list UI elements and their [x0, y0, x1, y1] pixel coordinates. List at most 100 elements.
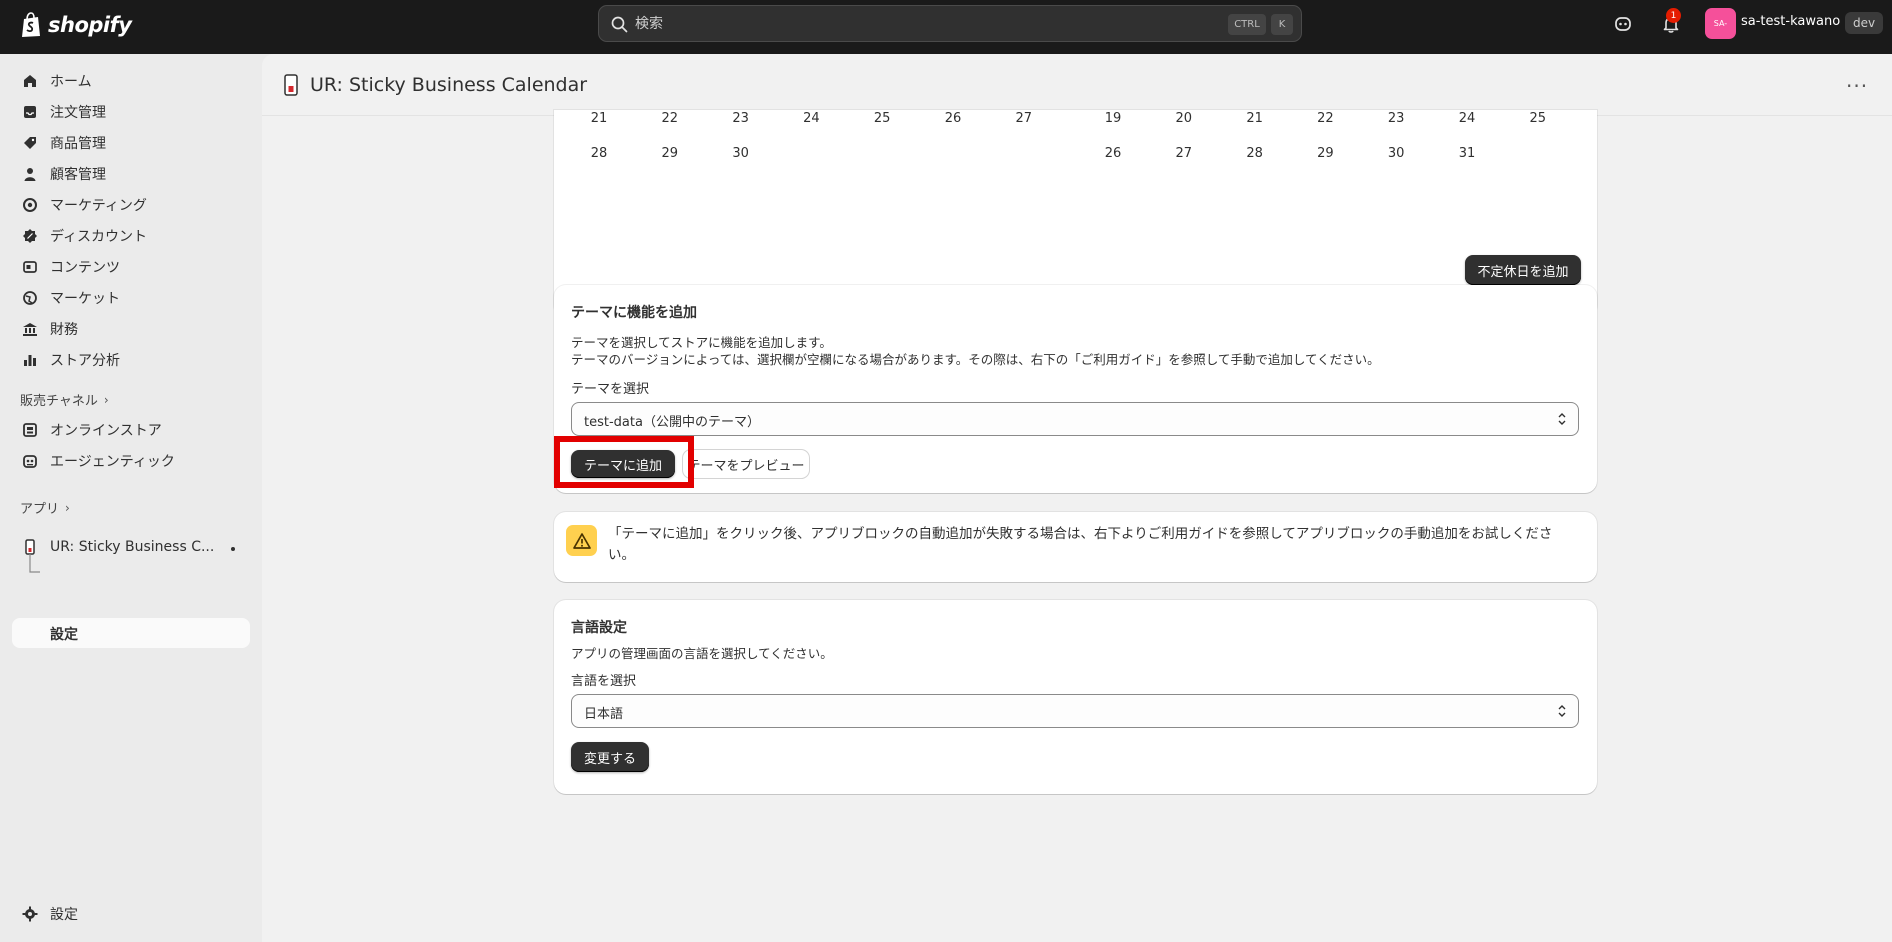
add-irregular-holiday-button[interactable]: 不定休日を追加 — [1465, 255, 1581, 285]
sidebar-item-agentic[interactable]: エージェンティック — [12, 446, 250, 476]
calendar-day[interactable]: 20 — [1169, 111, 1199, 126]
sidekick-button[interactable] — [1610, 11, 1636, 37]
notification-count-badge: 1 — [1666, 8, 1681, 23]
page-header: UR: Sticky Business Calendar ··· — [262, 54, 1892, 116]
calendar-day[interactable]: 31 — [1452, 146, 1482, 161]
language-select-value: 日本語 — [584, 707, 624, 722]
sidebar-item-label: オンラインストア — [50, 423, 162, 439]
calendar-day[interactable]: 21 — [584, 111, 614, 126]
sidebar-item-orders[interactable]: 注文管理 — [12, 97, 250, 127]
page-title: UR: Sticky Business Calendar — [310, 74, 588, 96]
sidebar-item-label: ホーム — [50, 74, 92, 90]
more-actions-button[interactable]: ··· — [1846, 74, 1870, 98]
language-select-label: 言語を選択 — [571, 674, 637, 689]
sidebar-item-markets[interactable]: マーケット — [12, 283, 250, 313]
language-card-desc: アプリの管理画面の言語を選択してください。 — [571, 646, 833, 661]
calendar-day[interactable]: 23 — [726, 111, 756, 126]
robot-icon — [23, 455, 37, 468]
shopify-bag-icon — [22, 12, 40, 37]
sidebar-item-finance[interactable]: 財務 — [12, 314, 250, 344]
sidebar-item-label: ディスカウント — [50, 229, 148, 245]
store-name[interactable]: sa-test-kawano — [1741, 14, 1840, 29]
tag-icon — [24, 137, 36, 149]
sidebar: ホーム 注文管理 商品管理 顧客管理 マーケティング ディスカウント コンテンツ… — [0, 54, 262, 942]
dev-badge: dev — [1845, 12, 1884, 34]
chevron-right-icon: › — [103, 392, 109, 407]
sidebar-item-label: 注文管理 — [50, 105, 106, 121]
calendar-day[interactable]: 22 — [655, 111, 685, 126]
calendar-day[interactable]: 29 — [655, 146, 685, 161]
app-icon — [284, 74, 298, 96]
sales-channels-label: 販売チャネル — [20, 394, 98, 409]
apps-heading[interactable]: アプリ › — [20, 498, 70, 518]
shortcut-ctrl-key: CTRL — [1228, 14, 1266, 35]
sidebar-item-settings[interactable]: 設定 — [12, 899, 250, 929]
sidebar-item-label: マーケット — [50, 291, 120, 307]
brand-name: shopify — [48, 13, 132, 37]
sidebar-subitem-settings[interactable]: 設定 — [12, 618, 250, 648]
search-bar[interactable]: CTRL K — [598, 5, 1302, 42]
main-content: UR: Sticky Business Calendar ··· 不定休日を追加… — [262, 54, 1892, 942]
sidebar-item-label: 顧客管理 — [50, 167, 106, 183]
discount-icon — [23, 229, 37, 243]
globe-icon — [23, 291, 37, 305]
change-language-button[interactable]: 変更する — [571, 742, 649, 772]
theme-select[interactable]: test-data（公開中のテーマ） — [571, 402, 1579, 436]
select-arrows-icon — [1558, 705, 1566, 717]
theme-feature-card: テーマに機能を追加 テーマを選択してストアに機能を追加します。 テーマのバージョ… — [554, 285, 1597, 493]
sidebar-item-label: 設定 — [50, 907, 78, 923]
calendar-day[interactable]: 24 — [1452, 111, 1482, 126]
calendar-day[interactable]: 29 — [1310, 146, 1340, 161]
warning-icon — [566, 525, 597, 556]
sidebar-item-content[interactable]: コンテンツ — [12, 252, 250, 282]
calendar-day[interactable]: 25 — [1523, 111, 1553, 126]
theme-card-title: テーマに機能を追加 — [571, 305, 697, 321]
sidebar-item-home[interactable]: ホーム — [12, 66, 250, 96]
content-icon — [23, 261, 37, 273]
preview-theme-button[interactable]: テーマをプレビュー — [683, 450, 809, 478]
tree-connector-icon — [29, 554, 40, 573]
sidebar-item-label: 財務 — [50, 322, 78, 338]
target-icon — [23, 198, 37, 212]
home-icon — [24, 75, 36, 87]
sidebar-item-analytics[interactable]: ストア分析 — [12, 345, 250, 375]
sales-channels-heading[interactable]: 販売チャネル › — [20, 390, 109, 410]
calendar-day[interactable]: 30 — [1381, 146, 1411, 161]
search-input[interactable] — [635, 13, 1195, 35]
warning-banner-text: 「テーマに追加」をクリック後、アプリブロックの自動追加が失敗する場合は、右下より… — [608, 526, 1553, 563]
calendar-day[interactable]: 22 — [1310, 111, 1340, 126]
app-icon — [25, 539, 35, 555]
calendar-day[interactable]: 24 — [796, 111, 826, 126]
top-bar: shopify CTRL K 1 SA- sa-test-kawano dev — [0, 0, 1892, 54]
sidebar-item-label: コンテンツ — [50, 260, 120, 276]
sidebar-item-discounts[interactable]: ディスカウント — [12, 221, 250, 251]
shopify-logo[interactable]: shopify — [20, 12, 132, 38]
calendar-day[interactable]: 26 — [938, 111, 968, 126]
calendar-day[interactable]: 21 — [1240, 111, 1270, 126]
calendar-day[interactable]: 30 — [726, 146, 756, 161]
calendar-day[interactable]: 23 — [1381, 111, 1411, 126]
sidebar-item-customers[interactable]: 顧客管理 — [12, 159, 250, 189]
language-select[interactable]: 日本語 — [571, 694, 1579, 728]
active-app-dot — [231, 547, 235, 551]
calendar-day[interactable]: 28 — [1240, 146, 1270, 161]
calendar-day[interactable]: 19 — [1098, 111, 1128, 126]
chevron-right-icon: › — [65, 500, 70, 515]
chart-icon — [24, 355, 36, 366]
sidebar-item-marketing[interactable]: マーケティング — [12, 190, 250, 220]
select-arrows-icon — [1558, 413, 1566, 425]
calendar-day[interactable]: 28 — [584, 146, 614, 161]
calendar-day[interactable]: 27 — [1169, 146, 1199, 161]
theme-select-label: テーマを選択 — [571, 382, 650, 397]
calendar-day[interactable]: 25 — [867, 111, 897, 126]
sidebar-item-app[interactable]: UR: Sticky Business C... — [12, 532, 250, 562]
sidebar-item-label: エージェンティック — [50, 454, 175, 470]
sidebar-item-products[interactable]: 商品管理 — [12, 128, 250, 158]
calendar-day[interactable]: 26 — [1098, 146, 1128, 161]
theme-card-desc-2: テーマのバージョンによっては、選択欄が空欄になる場合があります。その際は、右下の… — [571, 352, 1380, 367]
search-icon — [611, 16, 628, 33]
avatar[interactable]: SA- — [1705, 8, 1736, 39]
sidebar-item-online-store[interactable]: オンラインストア — [12, 415, 250, 445]
calendar-day[interactable]: 27 — [1009, 111, 1039, 126]
gear-icon — [22, 906, 38, 922]
